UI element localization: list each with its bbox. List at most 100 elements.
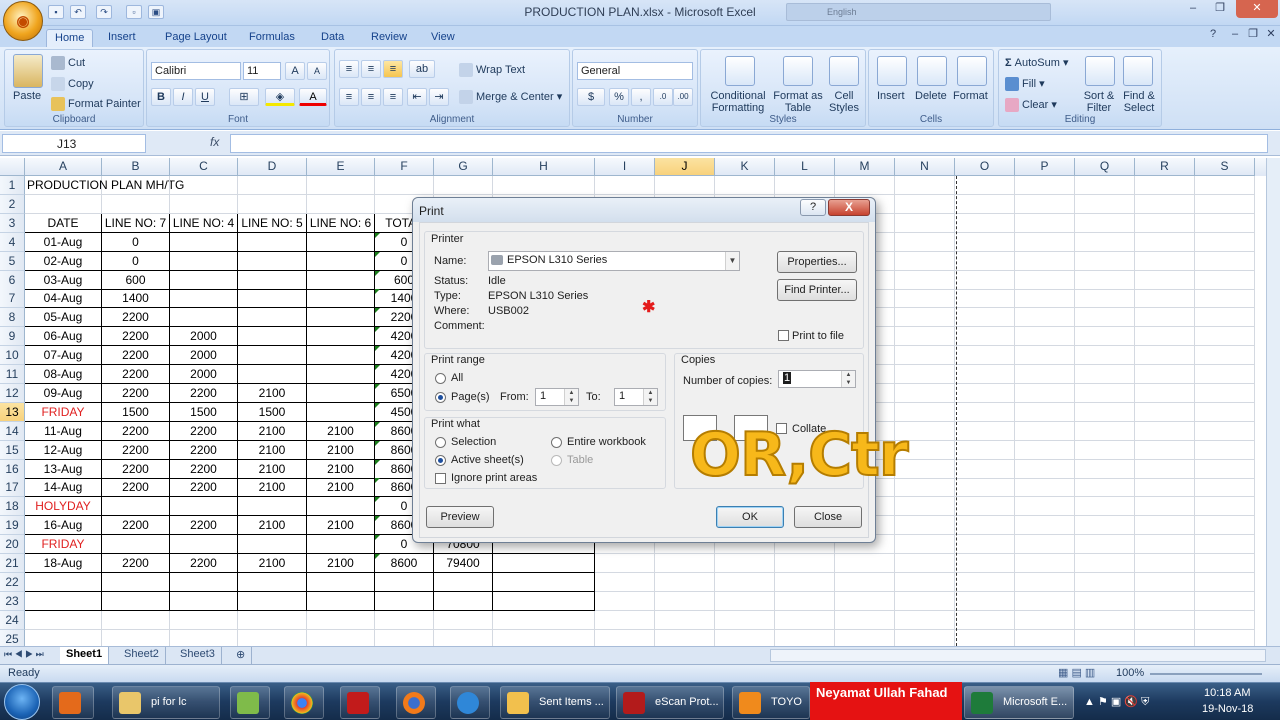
table-cell[interactable]	[1195, 478, 1255, 498]
table-cell[interactable]	[307, 289, 375, 309]
table-cell[interactable]	[955, 383, 1015, 403]
table-cell[interactable]	[1015, 572, 1075, 592]
column-header-j[interactable]: J	[655, 158, 715, 176]
row-header[interactable]: 19	[0, 516, 25, 536]
table-cell[interactable]	[895, 346, 955, 366]
dialog-close-button[interactable]: X	[828, 199, 870, 216]
table-cell[interactable]	[955, 346, 1015, 366]
table-cell[interactable]	[434, 591, 493, 611]
chrome-icon[interactable]	[284, 686, 324, 719]
find-select-button[interactable]: Find & Select	[1119, 90, 1159, 114]
align-left-icon[interactable]: ≡	[339, 88, 359, 106]
conditional-formatting-icon[interactable]	[725, 56, 755, 86]
table-cell[interactable]	[1135, 497, 1195, 517]
table-cell[interactable]	[835, 572, 895, 592]
table-cell[interactable]	[1195, 440, 1255, 460]
align-bottom-icon[interactable]: ≡	[383, 60, 403, 78]
column-header-d[interactable]: D	[238, 158, 307, 176]
find-select-icon[interactable]	[1123, 56, 1153, 86]
table-cell[interactable]	[775, 572, 835, 592]
table-cell[interactable]	[1135, 383, 1195, 403]
table-cell[interactable]	[895, 289, 955, 309]
horizontal-scrollbar[interactable]	[770, 649, 1266, 662]
row-header[interactable]: 20	[0, 535, 25, 555]
table-cell[interactable]	[1015, 213, 1075, 233]
taskbar-item-outlook[interactable]: Sent Items ...	[500, 686, 610, 719]
minimize-button[interactable]: –	[1180, 0, 1206, 18]
table-cell[interactable]	[1135, 629, 1195, 646]
table-cell[interactable]	[895, 232, 955, 252]
table-cell[interactable]	[1075, 327, 1135, 347]
table-cell[interactable]: 2200	[170, 478, 238, 498]
insert-sheet-icon[interactable]: ⊕	[230, 647, 253, 664]
table-cell[interactable]: DATE	[25, 213, 102, 233]
table-cell[interactable]	[170, 572, 238, 592]
table-cell[interactable]	[1075, 176, 1135, 195]
zoom-level[interactable]: 100%	[1116, 667, 1144, 679]
table-cell[interactable]	[955, 535, 1015, 555]
table-cell[interactable]: 02-Aug	[25, 251, 102, 271]
table-cell[interactable]	[1075, 629, 1135, 646]
table-cell[interactable]	[1195, 194, 1255, 214]
table-cell[interactable]	[895, 610, 955, 630]
table-cell[interactable]	[1135, 289, 1195, 309]
table-cell[interactable]	[238, 270, 307, 290]
table-cell[interactable]	[1135, 270, 1195, 290]
table-cell[interactable]: LINE NO: 4	[170, 213, 238, 233]
table-cell[interactable]: FRIDAY	[25, 535, 102, 555]
table-cell[interactable]	[1075, 270, 1135, 290]
table-cell[interactable]	[25, 629, 102, 646]
table-cell[interactable]: LINE NO: 7	[102, 213, 170, 233]
table-cell[interactable]: 04-Aug	[25, 289, 102, 309]
table-cell[interactable]	[955, 572, 1015, 592]
table-cell[interactable]	[307, 383, 375, 403]
table-cell[interactable]: 2100	[238, 421, 307, 441]
table-cell[interactable]	[238, 327, 307, 347]
table-cell[interactable]	[1195, 554, 1255, 573]
pages-radio[interactable]	[435, 392, 446, 403]
percent-button[interactable]: %	[609, 88, 629, 106]
table-cell[interactable]: 2200	[102, 365, 170, 384]
row-header[interactable]: 21	[0, 554, 25, 573]
table-cell[interactable]	[1135, 365, 1195, 384]
table-cell[interactable]	[1195, 270, 1255, 290]
table-cell[interactable]	[493, 554, 595, 573]
table-cell[interactable]: 08-Aug	[25, 365, 102, 384]
table-cell[interactable]	[955, 365, 1015, 384]
table-cell[interactable]	[955, 176, 1015, 195]
table-cell[interactable]	[1135, 535, 1195, 555]
font-name-select[interactable]: Calibri	[151, 62, 241, 80]
table-cell[interactable]	[493, 610, 595, 630]
table-cell[interactable]	[1075, 572, 1135, 592]
sort-filter-button[interactable]: Sort & Filter	[1079, 90, 1119, 114]
table-cell[interactable]	[238, 346, 307, 366]
table-cell[interactable]	[895, 497, 955, 517]
table-cell[interactable]	[895, 251, 955, 271]
table-cell[interactable]: 2200	[102, 440, 170, 460]
table-cell[interactable]: 79400	[434, 554, 493, 573]
chevron-down-icon[interactable]: ▼	[725, 252, 739, 270]
table-cell[interactable]	[1075, 478, 1135, 498]
table-cell[interactable]	[1135, 554, 1195, 573]
table-cell[interactable]	[1015, 478, 1075, 498]
row-header[interactable]: 23	[0, 591, 25, 611]
table-cell[interactable]	[1195, 383, 1255, 403]
table-cell[interactable]	[1075, 308, 1135, 328]
table-cell[interactable]	[170, 308, 238, 328]
table-cell[interactable]: 12-Aug	[25, 440, 102, 460]
copies-spinner[interactable]: 1 ▲ ▼	[778, 370, 856, 388]
zoom-slider[interactable]	[1150, 673, 1262, 675]
table-cell[interactable]: 1500	[238, 402, 307, 422]
table-cell[interactable]	[895, 402, 955, 422]
table-cell[interactable]	[170, 251, 238, 271]
table-cell[interactable]	[307, 194, 375, 214]
table-cell[interactable]	[1135, 478, 1195, 498]
table-cell[interactable]: 07-Aug	[25, 346, 102, 366]
row-header[interactable]: 14	[0, 421, 25, 441]
row-header[interactable]: 8	[0, 308, 25, 328]
spin-arrows-icon[interactable]: ▲ ▼	[564, 389, 578, 405]
table-cell[interactable]	[895, 383, 955, 403]
row-header[interactable]: 12	[0, 383, 25, 403]
table-cell[interactable]	[1075, 289, 1135, 309]
merge-center-button[interactable]: Merge & Center ▾	[459, 90, 562, 105]
